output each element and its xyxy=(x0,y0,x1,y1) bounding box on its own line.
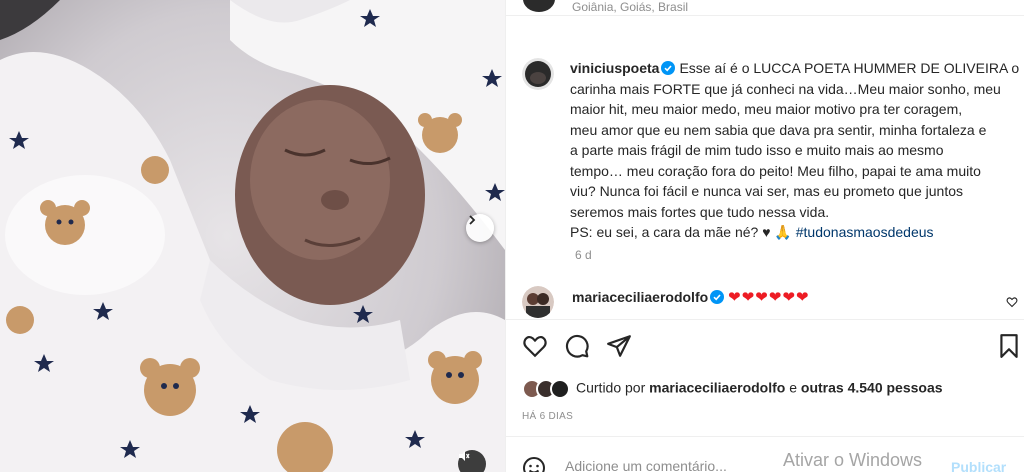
likes-user[interactable]: mariaceciliaerodolfo xyxy=(649,380,785,396)
author-avatar-image xyxy=(522,58,554,90)
comment: mariaceciliaerodolfo ❤❤❤❤❤❤ xyxy=(572,288,810,306)
bookmark-icon xyxy=(1000,334,1018,358)
windows-activation-watermark: Ativar o Windows xyxy=(783,450,923,470)
speaker-muted-icon xyxy=(459,451,470,461)
caption-author[interactable]: viniciuspoeta xyxy=(570,60,659,76)
caption-line: viniciuspoeta Esse aí é o LUCCA POETA HUM… xyxy=(570,58,1020,79)
liker-avatar xyxy=(550,379,570,399)
comment-bubble-icon xyxy=(565,334,589,358)
post-date[interactable]: HÁ 6 DIAS xyxy=(522,411,573,422)
video-sound-button[interactable] xyxy=(458,450,486,472)
caption-ps-line: PS: eu sei, a cara da mãe né? ♥ 🙏 #tudon… xyxy=(570,222,1020,243)
caption-text-4: a parte mais frágil de mim tudo isso e m… xyxy=(570,142,944,158)
next-photo-button[interactable] xyxy=(466,214,494,242)
save-button[interactable] xyxy=(996,333,1022,364)
caption-text-1: carinha mais FORTE que já conheci na vid… xyxy=(570,80,1001,97)
caption-text-0: Esse aí é o LUCCA POETA HUMMER DE OLIVEI… xyxy=(679,60,1020,76)
chevron-right-icon xyxy=(469,215,476,225)
comment-button[interactable] xyxy=(564,333,590,364)
commenter-avatar[interactable] xyxy=(522,286,554,318)
verified-badge-icon xyxy=(661,61,676,75)
divider xyxy=(505,319,1024,320)
comment-author[interactable]: mariaceciliaerodolfo xyxy=(572,289,708,305)
author-avatar[interactable] xyxy=(522,58,554,90)
likes-middle: e xyxy=(785,379,801,396)
publish-button[interactable]: Publicar xyxy=(951,459,1006,472)
share-button[interactable] xyxy=(606,333,632,364)
likes-prefix: Curtido por xyxy=(576,379,650,396)
comment-text: ❤❤❤❤❤❤ xyxy=(728,289,810,306)
caption-ps: PS: eu sei, a cara da mãe né? ♥ 🙏 xyxy=(570,224,796,240)
header-avatar[interactable] xyxy=(523,0,555,12)
heart-icon xyxy=(523,335,547,358)
commenter-avatar-image xyxy=(522,286,554,318)
like-button[interactable] xyxy=(522,333,548,364)
caption-text-7: seremos mais fortes que tudo nessa vida. xyxy=(570,203,830,220)
paper-plane-icon xyxy=(607,335,631,357)
comment-like-button[interactable] xyxy=(1006,295,1018,313)
post-photo[interactable] xyxy=(0,0,505,472)
verified-badge-icon xyxy=(710,290,725,304)
caption-text-5: tempo… meu coração fora do peito! Meu fi… xyxy=(570,162,981,179)
smiley-icon xyxy=(523,457,545,472)
baby-photo-illustration xyxy=(0,0,505,472)
post-caption: viniciuspoeta Esse aí é o LUCCA POETA HUM… xyxy=(570,58,1020,243)
caption-text-2: maior hit, meu maior medo, meu maior mot… xyxy=(570,101,963,117)
post-location[interactable]: Goiânia, Goiás, Brasil xyxy=(572,0,688,14)
caption-age[interactable]: 6 d xyxy=(575,248,592,262)
divider xyxy=(505,436,1024,437)
likes-others[interactable]: outras 4.540 pessoas xyxy=(801,380,943,396)
liker-avatars[interactable] xyxy=(522,379,570,399)
hashtag-link[interactable]: #tudonasmaosdedeus xyxy=(796,224,934,240)
add-comment-input[interactable]: Adicione um comentário... xyxy=(565,458,727,472)
heart-outline-icon xyxy=(1006,297,1018,308)
emoji-button[interactable] xyxy=(522,456,546,472)
caption-text-3: meu amor que eu nem sabia que dava pra s… xyxy=(570,121,987,138)
caption-text-6: viu? Nunca foi fácil e nunca vai ser, ma… xyxy=(570,183,963,199)
likes-summary: Curtido por mariaceciliaerodolfo e outra… xyxy=(522,379,943,399)
post-header: Goiânia, Goiás, Brasil xyxy=(506,0,1024,16)
